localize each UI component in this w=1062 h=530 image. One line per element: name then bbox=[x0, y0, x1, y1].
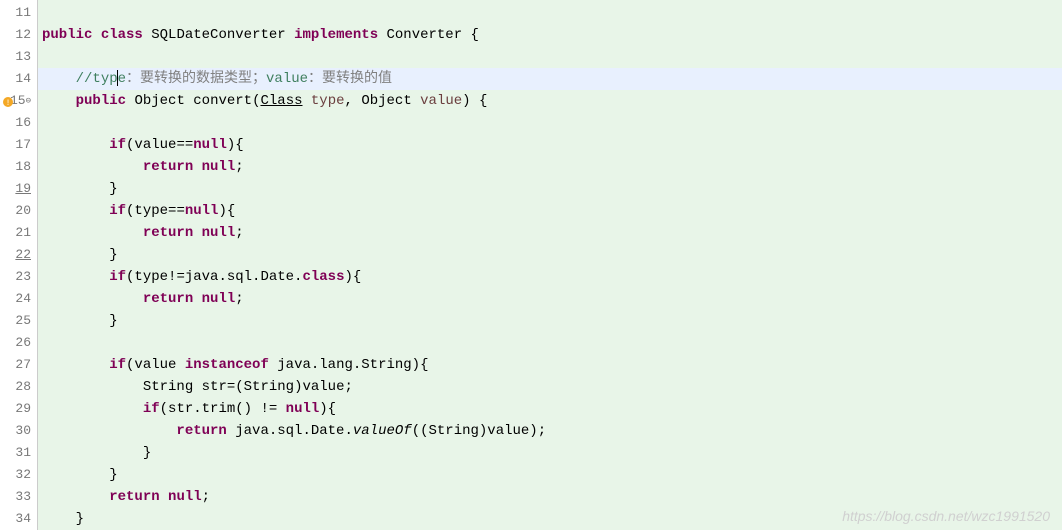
code-line[interactable]: return null; bbox=[38, 156, 1062, 178]
line-number: 30 bbox=[0, 420, 37, 442]
code-editor[interactable]: 11 12 13 14 !15⊖ 16 17 18 19 20 21 22 23… bbox=[0, 0, 1062, 530]
code-line[interactable]: } bbox=[38, 178, 1062, 200]
line-number: 16 bbox=[0, 112, 37, 134]
code-line[interactable]: } bbox=[38, 310, 1062, 332]
line-number: 22 bbox=[0, 244, 37, 266]
line-number: 26 bbox=[0, 332, 37, 354]
code-line[interactable] bbox=[38, 46, 1062, 68]
code-line[interactable]: public class SQLDateConverter implements… bbox=[38, 24, 1062, 46]
line-number: 21 bbox=[0, 222, 37, 244]
code-line[interactable]: return null; bbox=[38, 222, 1062, 244]
line-number: !15⊖ bbox=[0, 90, 37, 112]
line-number: 34 bbox=[0, 508, 37, 530]
code-line[interactable] bbox=[38, 332, 1062, 354]
line-number: 11 bbox=[0, 2, 37, 24]
line-number: 29 bbox=[0, 398, 37, 420]
svg-text:!: ! bbox=[6, 99, 11, 108]
line-number: 27 bbox=[0, 354, 37, 376]
line-number: 32 bbox=[0, 464, 37, 486]
code-line[interactable] bbox=[38, 2, 1062, 24]
code-line[interactable]: } bbox=[38, 442, 1062, 464]
line-number: 25 bbox=[0, 310, 37, 332]
watermark-text: https://blog.csdn.net/wzc1991520 bbox=[842, 508, 1050, 524]
code-line[interactable]: return null; bbox=[38, 288, 1062, 310]
code-content[interactable]: public class SQLDateConverter implements… bbox=[38, 0, 1062, 530]
line-number: 31 bbox=[0, 442, 37, 464]
line-number: 28 bbox=[0, 376, 37, 398]
code-line[interactable] bbox=[38, 112, 1062, 134]
line-number: 23 bbox=[0, 266, 37, 288]
code-line[interactable]: if(value==null){ bbox=[38, 134, 1062, 156]
warning-marker-icon: ! bbox=[2, 94, 14, 106]
code-line[interactable]: if(str.trim() != null){ bbox=[38, 398, 1062, 420]
line-number: 14 bbox=[0, 68, 37, 90]
line-number: 13 bbox=[0, 46, 37, 68]
code-line[interactable]: String str=(String)value; bbox=[38, 376, 1062, 398]
line-number: 20 bbox=[0, 200, 37, 222]
line-number: 17 bbox=[0, 134, 37, 156]
code-line[interactable]: if(type==null){ bbox=[38, 200, 1062, 222]
line-number: 18 bbox=[0, 156, 37, 178]
line-number: 24 bbox=[0, 288, 37, 310]
code-line-current[interactable]: //type：要转换的数据类型；value：要转换的值 bbox=[38, 68, 1062, 90]
line-number: 19 bbox=[0, 178, 37, 200]
code-line[interactable]: if(type!=java.sql.Date.class){ bbox=[38, 266, 1062, 288]
code-line[interactable]: return null; bbox=[38, 486, 1062, 508]
code-line[interactable]: public Object convert(Class type, Object… bbox=[38, 90, 1062, 112]
line-number: 33 bbox=[0, 486, 37, 508]
line-number: 12 bbox=[0, 24, 37, 46]
code-line[interactable]: } bbox=[38, 244, 1062, 266]
code-line[interactable]: if(value instanceof java.lang.String){ bbox=[38, 354, 1062, 376]
code-line[interactable]: } bbox=[38, 464, 1062, 486]
line-gutter: 11 12 13 14 !15⊖ 16 17 18 19 20 21 22 23… bbox=[0, 0, 38, 530]
code-line[interactable]: return java.sql.Date.valueOf((String)val… bbox=[38, 420, 1062, 442]
